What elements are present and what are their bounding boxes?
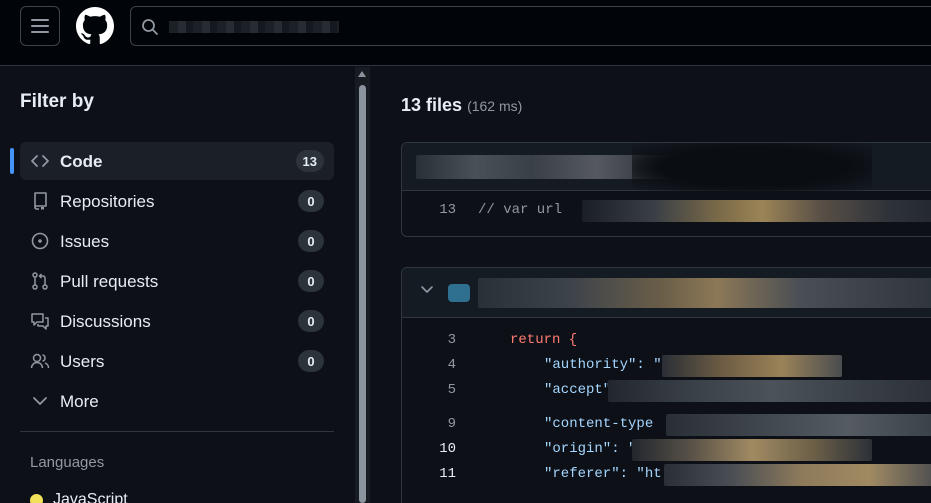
sidebar-item-pull-requests[interactable]: Pull requests 0 xyxy=(20,262,334,300)
count-badge: 0 xyxy=(298,270,324,292)
code-line: 11 "referer": "ht xyxy=(402,464,931,490)
chevron-down-icon xyxy=(33,397,47,405)
count-badge: 13 xyxy=(295,150,324,172)
result-card: 13 // var url xyxy=(401,142,931,237)
line-number: 3 xyxy=(447,332,456,348)
filter-title: Filter by xyxy=(20,91,94,112)
redacted-code xyxy=(666,414,931,436)
count-badge: 0 xyxy=(298,190,324,212)
scroll-up-arrow[interactable] xyxy=(358,71,366,77)
sidebar-scrollbar[interactable] xyxy=(355,67,370,503)
sidebar-item-label: Discussions xyxy=(60,312,151,331)
menu-button[interactable] xyxy=(20,6,60,46)
code-line: 10 "origin": " xyxy=(402,439,931,465)
repo-icon xyxy=(34,192,47,210)
sidebar-item-label: More xyxy=(60,392,99,411)
hamburger-icon xyxy=(31,19,49,33)
issue-icon xyxy=(31,232,49,250)
code-text: "content-type xyxy=(544,416,654,432)
sidebar-item-label: Code xyxy=(60,152,103,171)
language-color-dot xyxy=(30,493,43,503)
code-line: 9 "content-type xyxy=(402,414,931,440)
line-number: 11 xyxy=(439,466,456,482)
count-badge: 0 xyxy=(298,310,324,332)
sidebar-item-issues[interactable]: Issues 0 xyxy=(20,222,334,260)
sidebar-item-discussions[interactable]: Discussions 0 xyxy=(20,302,334,340)
redacted-code xyxy=(632,439,872,461)
code-text: "origin": " xyxy=(544,441,637,457)
code-text: // var url xyxy=(478,202,563,218)
active-indicator xyxy=(10,148,14,174)
pull-request-icon xyxy=(32,272,48,290)
sidebar-item-label: Users xyxy=(60,352,105,371)
code-line: 13 // var url xyxy=(402,200,931,226)
search-input[interactable] xyxy=(130,6,931,46)
result-card-header[interactable] xyxy=(402,143,931,191)
code-icon xyxy=(31,155,49,167)
redacted-code xyxy=(664,464,931,486)
language-item-javascript[interactable]: JavaScript xyxy=(30,491,128,503)
github-logo-icon[interactable] xyxy=(76,7,114,45)
code-line: 3 return { xyxy=(402,332,931,356)
sidebar-item-users[interactable]: Users 0 xyxy=(20,342,334,380)
sidebar-item-more[interactable]: More xyxy=(20,382,334,420)
line-number: 4 xyxy=(447,357,456,373)
count-badge: 0 xyxy=(298,230,324,252)
code-text: "referer": "ht xyxy=(544,466,662,482)
filter-sidebar: Filter by Code 13 Repositories 0 Issues … xyxy=(0,67,355,503)
count-badge: 0 xyxy=(298,350,324,372)
results-time: (162 ms) xyxy=(467,98,523,114)
code-text: return { xyxy=(510,332,578,348)
results-count: 13 files xyxy=(401,95,463,115)
line-number: 13 xyxy=(439,202,456,218)
sidebar-item-code[interactable]: Code 13 xyxy=(10,142,334,180)
code-text: "accept" xyxy=(544,382,612,398)
divider xyxy=(20,431,334,432)
search-icon xyxy=(142,19,158,35)
redacted-code xyxy=(582,200,931,222)
code-line: 4 "authority": " xyxy=(402,355,931,381)
sidebar-item-repositories[interactable]: Repositories 0 xyxy=(20,182,334,220)
languages-heading: Languages xyxy=(30,454,105,471)
redacted-file-path xyxy=(478,278,931,308)
people-icon xyxy=(30,353,50,369)
language-label: JavaScript xyxy=(53,491,128,503)
code-text: "authority": " xyxy=(544,357,662,373)
sidebar-item-label: Repositories xyxy=(60,192,155,211)
discussions-icon xyxy=(31,313,49,330)
sidebar-item-label: Pull requests xyxy=(60,272,159,291)
redacted-code xyxy=(662,355,842,377)
result-card: 3 return { 4 "authority": " 5 "accept" 9… xyxy=(401,267,931,503)
redacted-search-query xyxy=(169,21,339,33)
line-number: 10 xyxy=(439,441,456,457)
scroll-thumb[interactable] xyxy=(359,85,366,503)
result-card-header[interactable] xyxy=(402,268,931,318)
chevron-down-icon[interactable] xyxy=(420,282,434,296)
results-heading: 13 files (162 ms) xyxy=(401,95,522,116)
sidebar-item-label: Issues xyxy=(60,232,110,251)
top-header xyxy=(0,0,931,66)
redacted-overlay xyxy=(632,143,872,191)
line-number: 9 xyxy=(447,416,456,432)
line-number: 5 xyxy=(447,382,456,398)
redacted-code xyxy=(608,380,931,402)
code-line: 5 "accept" xyxy=(402,380,931,406)
repo-avatar xyxy=(448,284,470,302)
